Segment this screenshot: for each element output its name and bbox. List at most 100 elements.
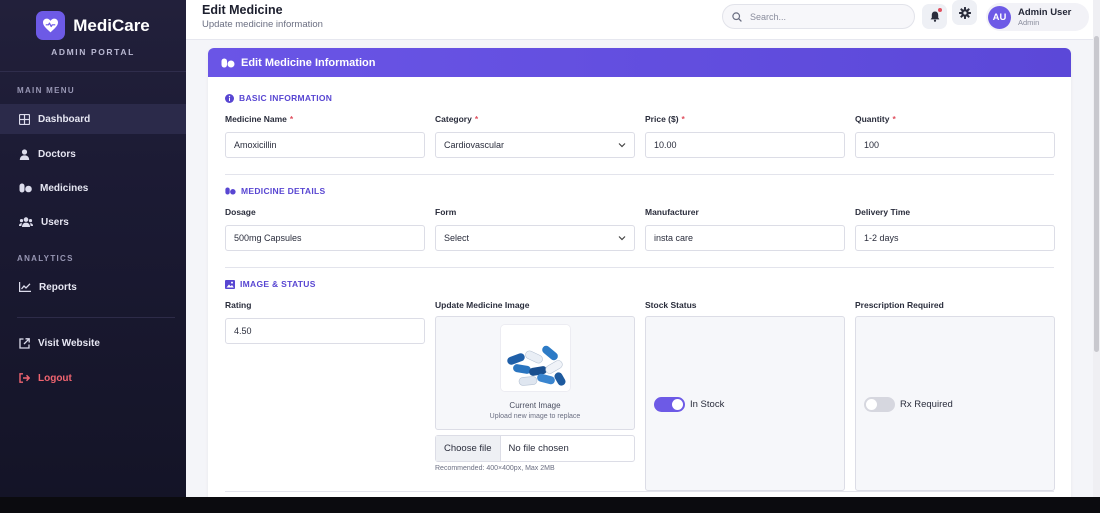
field-label: Dosage	[225, 207, 256, 217]
rx-required-toggle[interactable]	[864, 397, 895, 412]
field-label: Update Medicine Image	[435, 300, 530, 310]
sidebar-item-label: Visit Website	[38, 337, 100, 349]
pills-icon	[225, 187, 236, 195]
sign-out-icon	[19, 373, 30, 383]
sidebar-item-label: Users	[41, 216, 69, 228]
sidebar-item-visit-website[interactable]: Visit Website	[0, 328, 186, 358]
heart-pulse-icon	[36, 11, 66, 40]
grid-icon	[19, 113, 30, 125]
chevron-down-icon	[618, 143, 626, 148]
category-select[interactable]: Cardiovascular	[435, 132, 635, 158]
form-type-field: Form Select	[435, 207, 635, 251]
toggle-label: In Stock	[690, 399, 725, 410]
quantity-input[interactable]	[855, 132, 1055, 158]
field-label: Quantity	[855, 114, 890, 124]
page-title: Edit Medicine	[202, 3, 283, 17]
sidebar-item-label: Medicines	[40, 182, 89, 194]
screen-bottom-edge	[0, 497, 1100, 513]
required-marker: *	[892, 114, 896, 124]
rating-input[interactable]	[225, 318, 425, 344]
sidebar-item-label: Dashboard	[38, 113, 91, 125]
sidebar-item-dashboard[interactable]: Dashboard	[0, 104, 186, 134]
brand: MediCare ADMIN PORTAL	[0, 0, 186, 72]
section-basic-information: BASIC INFORMATION	[225, 93, 332, 103]
search-box[interactable]	[722, 4, 915, 29]
line-chart-icon	[19, 282, 31, 292]
user-menu[interactable]: AU Admin User Admin	[986, 3, 1089, 31]
section-title: MEDICINE DETAILS	[241, 186, 326, 196]
upload-hint: Upload new image to replace	[489, 413, 581, 420]
select-value: Select	[444, 233, 470, 243]
sidebar-item-label: Doctors	[38, 148, 76, 160]
gear-icon	[958, 6, 971, 19]
field-label: Manufacturer	[645, 207, 699, 217]
category-field: Category * Cardiovascular	[435, 114, 635, 158]
image-icon	[225, 279, 235, 289]
rx-required-toggle-row: Rx Required	[864, 397, 953, 412]
medicine-name-input[interactable]	[225, 132, 425, 158]
field-label: Stock Status	[645, 300, 697, 310]
image-recommendation: Recommended: 400×400px, Max 2MB	[435, 465, 555, 472]
user-role: Admin	[1018, 18, 1040, 27]
file-upload-input[interactable]: Choose file No file chosen	[435, 435, 635, 462]
required-marker: *	[474, 114, 479, 124]
analytics-title: ANALYTICS	[17, 254, 74, 263]
choose-file-button[interactable]: Choose file	[436, 436, 501, 461]
sidebar-item-users[interactable]: Users	[0, 207, 186, 237]
section-divider	[225, 174, 1054, 175]
toggle-label: Rx Required	[900, 399, 953, 410]
medicine-name-field: Medicine Name *	[225, 114, 425, 158]
stock-status-field: Stock Status	[645, 300, 845, 313]
required-marker: *	[289, 114, 294, 124]
prescription-field: Prescription Required	[855, 300, 1055, 313]
dosage-input[interactable]	[225, 225, 425, 251]
field-label: Medicine Name	[225, 114, 287, 124]
sidebar: MediCare ADMIN PORTAL MAIN MENU Dashboar…	[0, 0, 186, 497]
quantity-field: Quantity *	[855, 114, 1055, 158]
section-medicine-details: MEDICINE DETAILS	[225, 186, 325, 196]
search-input[interactable]	[750, 11, 900, 22]
delivery-time-field: Delivery Time	[855, 207, 1055, 251]
settings-button[interactable]	[952, 0, 977, 25]
sidebar-item-logout[interactable]: Logout	[0, 363, 186, 393]
sidebar-divider	[17, 317, 175, 318]
in-stock-toggle[interactable]	[654, 397, 685, 412]
chevron-down-icon	[618, 236, 626, 241]
price-input[interactable]	[645, 132, 845, 158]
toggle-knob	[866, 399, 877, 410]
notifications-button[interactable]	[922, 4, 947, 29]
brand-name: MediCare	[73, 15, 150, 35]
field-label: Price ($)	[645, 114, 679, 124]
manufacturer-input[interactable]	[645, 225, 845, 251]
avatar: AU	[988, 5, 1011, 29]
sidebar-item-doctors[interactable]: Doctors	[0, 139, 186, 169]
search-icon	[732, 11, 742, 22]
user-md-icon	[19, 148, 30, 160]
form-type-select[interactable]: Select	[435, 225, 635, 251]
image-preview-box: Current Image Upload new image to replac…	[435, 316, 635, 430]
edit-medicine-card: Edit Medicine Information BASIC INFORMAT…	[208, 48, 1071, 497]
sidebar-item-reports[interactable]: Reports	[0, 272, 186, 302]
file-status: No file chosen	[508, 443, 569, 454]
section-divider	[225, 491, 1054, 492]
section-title: BASIC INFORMATION	[239, 93, 333, 103]
field-label: Delivery Time	[855, 207, 911, 217]
select-value: Cardiovascular	[444, 140, 505, 150]
pills-icon	[221, 58, 235, 67]
field-label: Prescription Required	[855, 300, 944, 310]
scrollbar-thumb[interactable]	[1094, 36, 1099, 352]
sidebar-item-medicines[interactable]: Medicines	[0, 173, 186, 203]
toggle-knob	[672, 399, 683, 410]
field-label: Rating	[225, 300, 252, 310]
bell-icon	[930, 11, 939, 22]
medicine-image-field: Update Medicine Image	[435, 300, 635, 313]
delivery-time-input[interactable]	[855, 225, 1055, 251]
in-stock-toggle-row: In Stock	[654, 397, 724, 412]
card-title: Edit Medicine Information	[241, 56, 376, 69]
required-marker: *	[681, 114, 685, 124]
app-window: MediCare ADMIN PORTAL MAIN MENU Dashboar…	[0, 0, 1100, 497]
section-divider	[225, 267, 1054, 268]
dosage-field: Dosage	[225, 207, 425, 251]
main-menu-title: MAIN MENU	[17, 86, 75, 95]
field-label: Category	[435, 114, 472, 124]
